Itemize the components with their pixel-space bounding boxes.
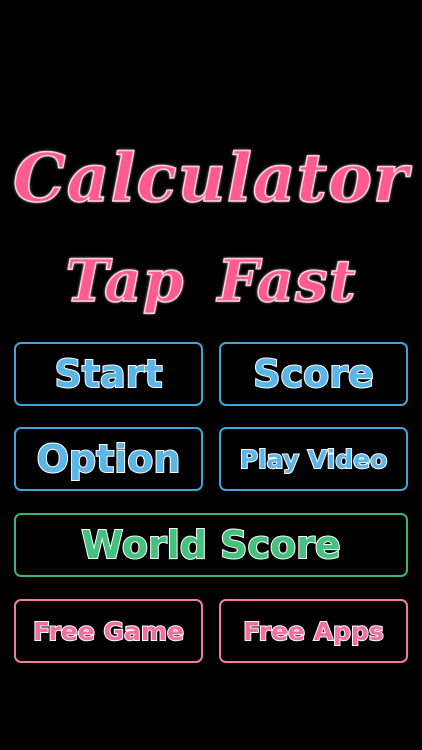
free-apps-button-label: Free Apps (242, 616, 384, 647)
play-video-button[interactable]: Play Video (219, 427, 408, 491)
free-apps-button[interactable]: Free Apps (219, 599, 408, 663)
main-menu-screen: Calculator Tap Fast Start Score Option P… (0, 0, 422, 750)
game-title-line-2: Tap Fast (65, 246, 357, 316)
score-button-label: Score (252, 351, 375, 397)
option-button-label: Option (36, 436, 182, 482)
score-button[interactable]: Score (219, 342, 408, 406)
option-button[interactable]: Option (14, 427, 203, 491)
world-score-button-label: World Score (80, 522, 341, 568)
start-button-label: Start (53, 351, 163, 397)
world-score-button[interactable]: World Score (14, 513, 408, 577)
free-game-button-label: Free Game (32, 616, 185, 647)
game-title-line-1: Calculator (12, 138, 409, 218)
free-game-button[interactable]: Free Game (14, 599, 203, 663)
start-button[interactable]: Start (14, 342, 203, 406)
play-video-button-label: Play Video (239, 444, 388, 475)
